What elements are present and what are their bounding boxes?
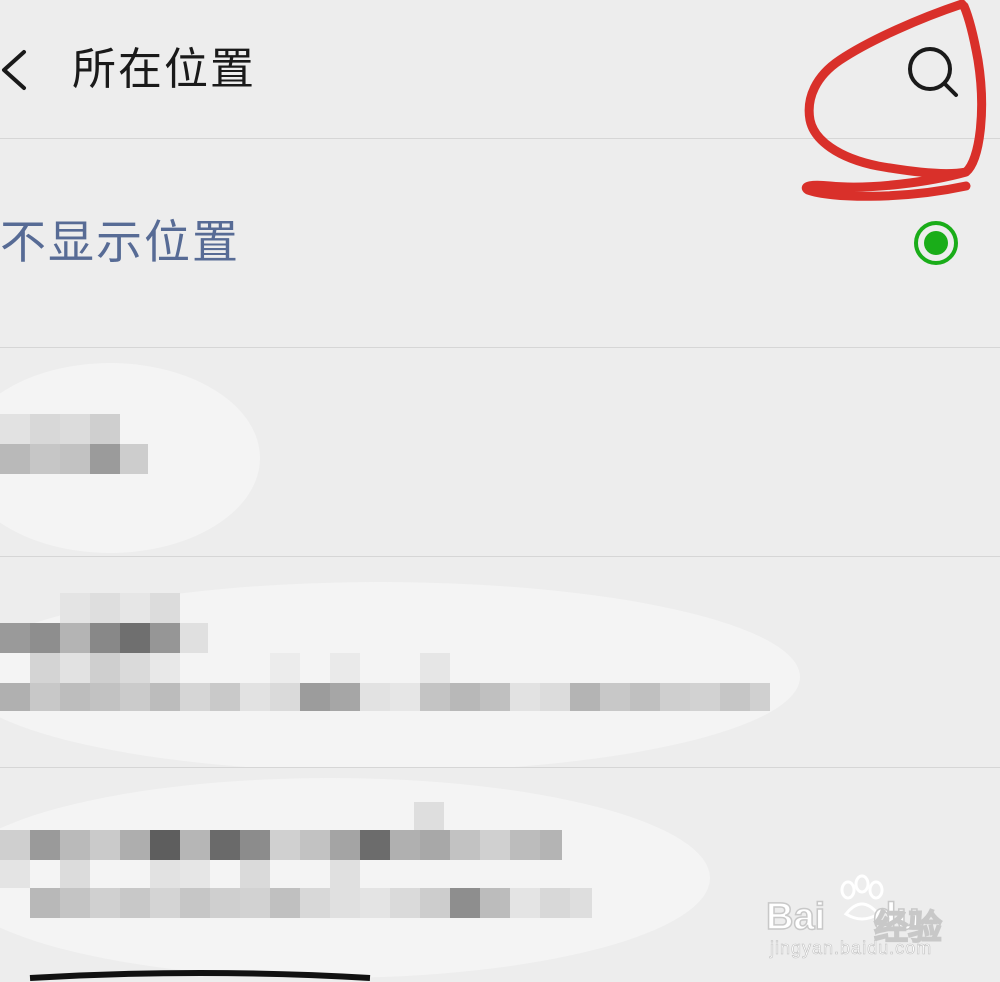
back-button[interactable] [0,38,40,100]
list-item-location[interactable] [0,348,1000,557]
chevron-left-icon [2,50,26,90]
page-title: 所在位置 [72,44,256,95]
baidu-jingyan-watermark: Bai du 经验 jingyan.baidu.com [762,870,962,970]
blurred-content [0,582,800,767]
check-circle-icon [914,221,958,265]
search-icon [908,47,958,97]
option-no-location[interactable]: 不显示位置 [0,139,1000,348]
top-bar: 所在位置 [0,0,1000,139]
no-location-label: 不显示位置 [0,215,240,269]
watermark-url: jingyan.baidu.com [770,938,933,959]
list-item-location[interactable] [0,557,1000,768]
blurred-content [0,363,260,553]
search-button[interactable] [896,40,966,104]
